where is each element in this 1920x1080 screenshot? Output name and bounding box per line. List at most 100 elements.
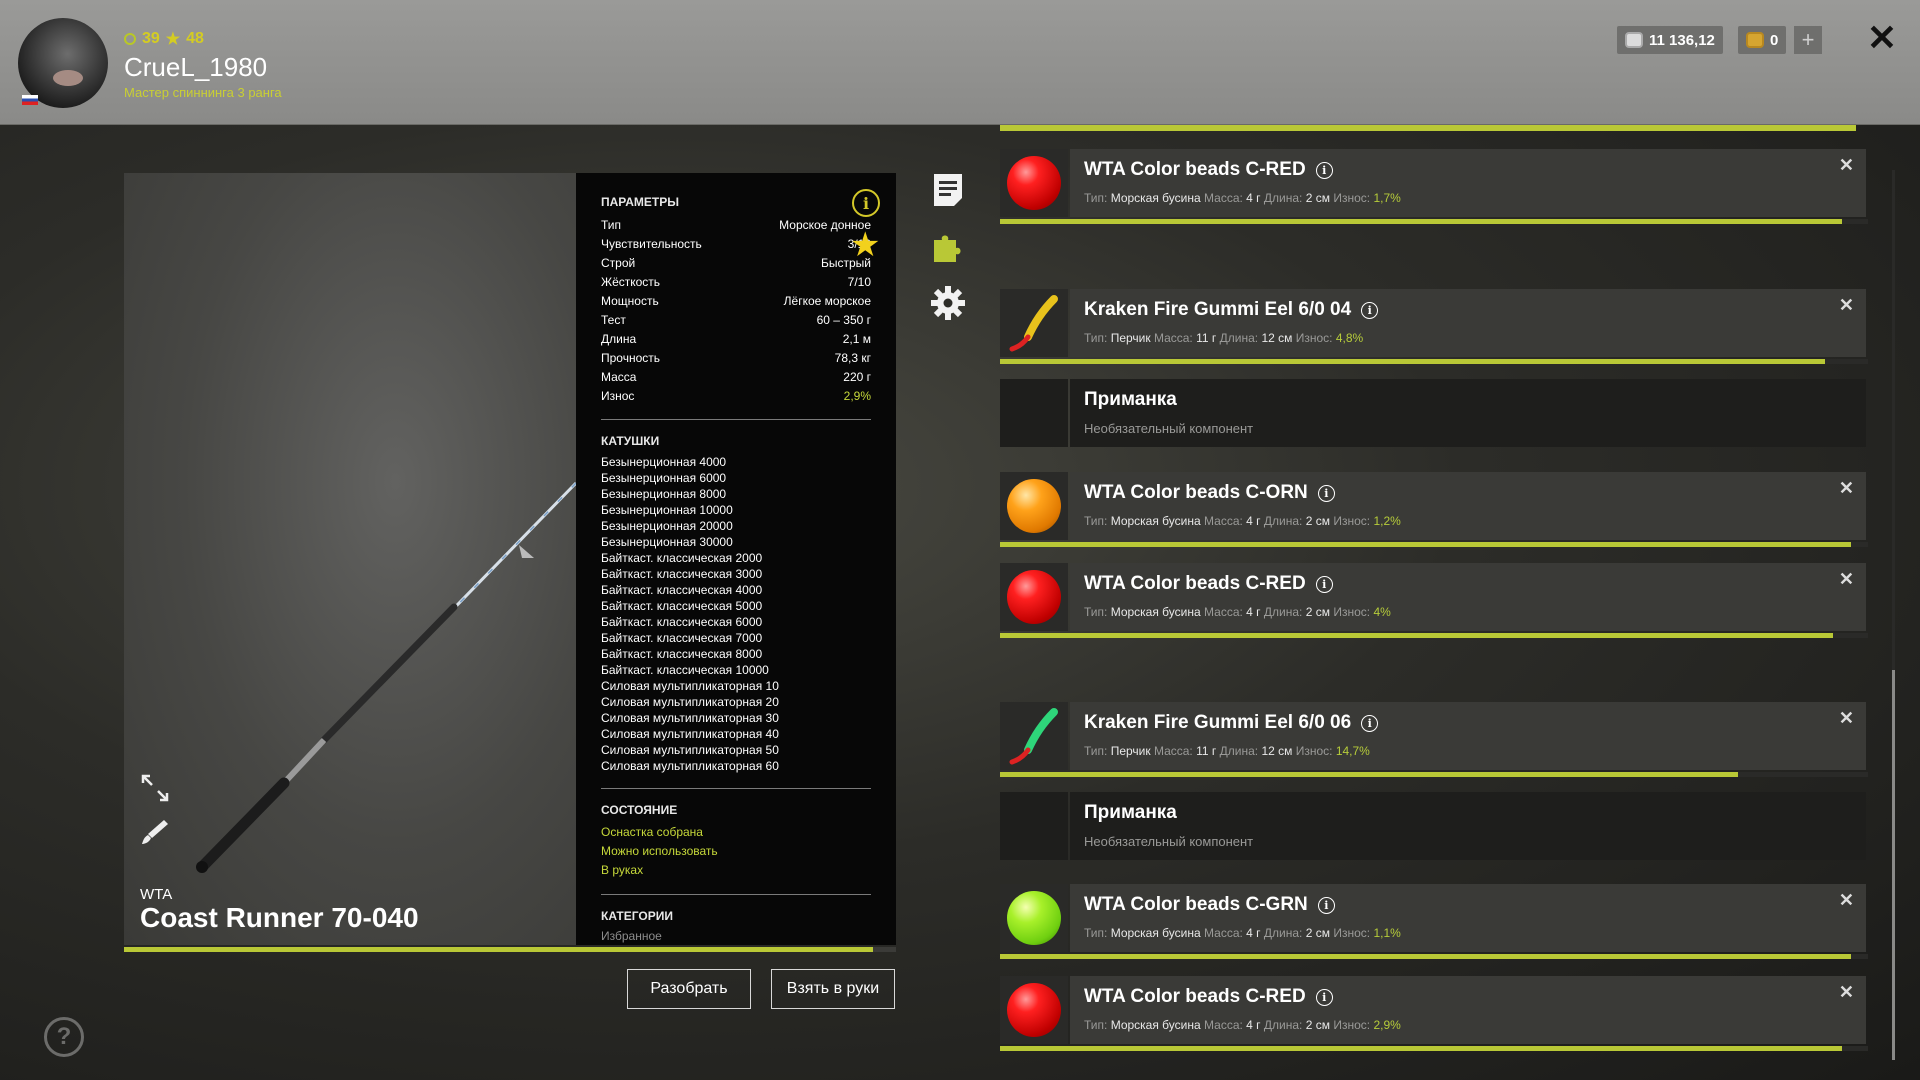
meta-value-wear: 4,8% [1335, 331, 1364, 345]
meta-value-mass: 4 г [1246, 1018, 1261, 1032]
rank-star-icon: ★ [165, 31, 181, 48]
gear-icon[interactable] [930, 285, 966, 321]
rod-preview[interactable]: WTA Coast Runner 70-040 [124, 173, 576, 945]
param-row: Тест 60 – 350 г [601, 310, 871, 329]
info-icon[interactable]: i [1315, 988, 1333, 1006]
meta-value-type: Морская бусина [1110, 1018, 1201, 1032]
bead-icon [1007, 570, 1061, 624]
meta-label: Тип: [1084, 514, 1108, 528]
item-card[interactable]: Приманка Необязательный компонент [1070, 792, 1866, 860]
info-icon[interactable]: i [1361, 714, 1379, 732]
rod-image [196, 481, 576, 873]
empty-slot[interactable]: Приманка Необязательный компонент [1000, 379, 1868, 447]
reel-item: Байткаст. классическая 6000 [601, 615, 763, 629]
meta-label: Тип: [1084, 1018, 1108, 1032]
item-card[interactable]: WTA Color beads C-GRN i Тип: Морская бусин… [1070, 884, 1866, 952]
meta-value-wear: 2,9% [1373, 1018, 1401, 1032]
star-icon[interactable]: ★ [850, 228, 884, 262]
expand-icon[interactable] [140, 773, 170, 803]
info-icon[interactable]: i [1317, 896, 1335, 914]
component-item[interactable]: WTA Color beads C-GRN i Тип: Морская бусин… [1000, 884, 1868, 959]
empty-slot[interactable]: Приманка Необязательный компонент [1000, 792, 1868, 860]
item-title-row: Приманка [1084, 389, 1177, 411]
item-title-row: Kraken Fire Gummi Eel 6/0 04 i [1084, 299, 1379, 321]
info-icon[interactable]: i [852, 189, 880, 217]
param-key: Длина [601, 331, 637, 346]
category-item: Избранное [601, 929, 662, 943]
bead-icon [1007, 891, 1061, 945]
meta-label: Износ: [1333, 1018, 1371, 1032]
item-condition-bar [1000, 954, 1868, 959]
silver-coin-icon [1625, 32, 1643, 48]
eel-lure-icon [1009, 708, 1058, 765]
paint-brush-icon[interactable] [140, 816, 170, 846]
divider [601, 419, 871, 420]
item-card[interactable]: Kraken Fire Gummi Eel 6/0 06 i Тип: Перчик… [1070, 702, 1866, 770]
meta-value-length: 2 см [1305, 514, 1330, 528]
item-title: Приманка [1084, 802, 1177, 823]
close-icon[interactable]: ✕ [1839, 295, 1854, 316]
meta-label: Длина: [1263, 191, 1303, 205]
component-item[interactable]: Kraken Fire Gummi Eel 6/0 04 i Тип: Перчик… [1000, 289, 1868, 364]
rod-parameters-panel: ПАРАМЕТРЫ Тип Морское донное Чувствительно… [576, 173, 896, 945]
item-card[interactable]: WTA Color beads C-RED i Тип: Морская бусин… [1070, 563, 1866, 631]
close-icon[interactable]: ✕ [1839, 982, 1854, 1003]
item-title: WTA Color beads C-RED [1084, 986, 1306, 1007]
param-row: Прочность 78,3 кг [601, 348, 871, 367]
meta-value-mass: 4 г [1246, 191, 1261, 205]
reel-item: Силовая мультипликаторная 40 [601, 727, 779, 741]
meta-value-type: Морская бусина [1110, 514, 1201, 528]
item-card[interactable]: Приманка Необязательный компонент [1070, 379, 1866, 447]
close-icon[interactable]: ✕ [1864, 20, 1900, 56]
help-icon[interactable]: ? [44, 1017, 84, 1057]
scrollbar-thumb[interactable] [1892, 670, 1895, 1060]
close-icon[interactable]: ✕ [1839, 708, 1854, 729]
close-icon[interactable]: ✕ [1839, 569, 1854, 590]
item-subtitle: Необязательный компонент [1084, 834, 1254, 849]
item-thumbnail [1000, 702, 1068, 770]
meta-value-wear: 1,7% [1373, 191, 1401, 205]
item-title: Kraken Fire Gummi Eel 6/0 06 [1084, 712, 1352, 733]
param-list: Тип Морское донное Чувствительность 3/10 Стр… [601, 215, 871, 405]
item-condition-fill [1000, 219, 1842, 224]
item-card[interactable]: WTA Color beads C-ORN i Тип: Морская бусин… [1070, 472, 1866, 540]
component-item[interactable]: WTA Color beads C-ORN i Тип: Морская бусин… [1000, 472, 1868, 547]
add-currency-button[interactable]: + [1794, 26, 1822, 54]
categories-title: КАТЕГОРИИ [601, 909, 673, 923]
close-icon[interactable]: ✕ [1839, 478, 1854, 499]
item-card[interactable]: Kraken Fire Gummi Eel 6/0 04 i Тип: Перчик… [1070, 289, 1866, 357]
take-in-hands-button[interactable]: Взять в руки [771, 969, 895, 1009]
item-meta: Тип: Перчик Масса: 11 г Длина: 12 см Изн… [1084, 744, 1370, 758]
puzzle-icon[interactable] [930, 228, 966, 264]
item-card[interactable]: WTA Color beads C-RED i Тип: Морская бусин… [1070, 149, 1866, 217]
document-icon[interactable] [930, 172, 966, 208]
info-icon[interactable]: i [1317, 484, 1335, 502]
reel-item: Безынерционная 6000 [601, 471, 727, 485]
info-icon[interactable]: i [1315, 575, 1333, 593]
component-item[interactable]: WTA Color beads C-RED i Тип: Морская бусин… [1000, 149, 1868, 224]
param-key: Тип [601, 217, 622, 232]
item-thumbnail [1000, 792, 1068, 860]
item-meta: Тип: Морская бусина Масса: 4 г Длина: 2 … [1084, 191, 1401, 205]
meta-label: Длина: [1263, 514, 1303, 528]
close-icon[interactable]: ✕ [1839, 155, 1854, 176]
bead-icon [1007, 983, 1061, 1037]
meta-label: Износ: [1333, 514, 1371, 528]
info-icon[interactable]: i [1361, 301, 1379, 319]
silver-amount: 11 136,12 [1649, 31, 1715, 49]
meta-label: Длина: [1219, 331, 1259, 345]
meta-label: Масса: [1204, 1018, 1243, 1032]
item-condition-fill [1000, 954, 1851, 959]
item-thumbnail [1000, 472, 1068, 540]
meta-value-type: Морская бусина [1110, 605, 1201, 619]
info-icon[interactable]: i [1315, 161, 1333, 179]
component-item[interactable]: WTA Color beads C-RED i Тип: Морская бусин… [1000, 976, 1868, 1051]
disassemble-button[interactable]: Разобрать [627, 969, 751, 1009]
item-card[interactable]: WTA Color beads C-RED i Тип: Морская бусин… [1070, 976, 1866, 1044]
reel-item: Силовая мультипликаторная 30 [601, 711, 779, 725]
close-icon[interactable]: ✕ [1839, 890, 1854, 911]
scrollbar[interactable] [1892, 170, 1895, 1060]
username: CrueL_1980 [124, 52, 268, 82]
component-item[interactable]: Kraken Fire Gummi Eel 6/0 06 i Тип: Перчик… [1000, 702, 1868, 777]
component-item[interactable]: WTA Color beads C-RED i Тип: Морская бусин… [1000, 563, 1868, 638]
